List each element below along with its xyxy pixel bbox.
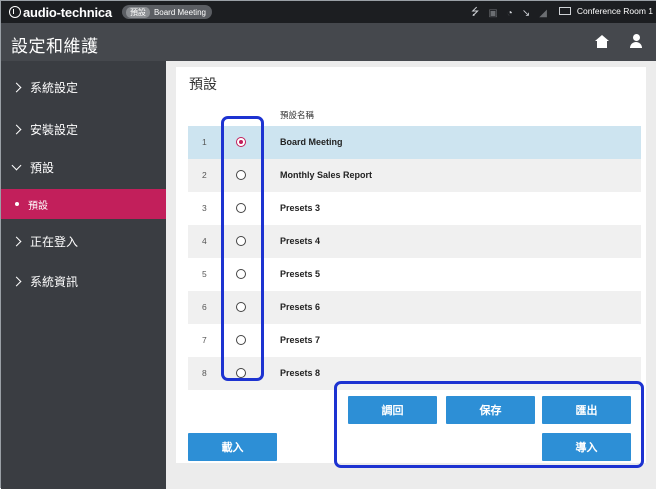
row-number: 1	[202, 137, 207, 147]
sidebar-item-label: 系統設定	[30, 80, 79, 95]
chevron-right-icon	[11, 124, 22, 134]
row-number: 8	[202, 368, 207, 378]
user-icon[interactable]	[629, 34, 643, 49]
row-number: 3	[202, 203, 207, 213]
sidebar-item-logging-in[interactable]: 正在登入	[1, 223, 166, 259]
display-icon	[558, 7, 571, 15]
sidebar-item-system-info[interactable]: 系統資訊	[1, 263, 166, 299]
sidebar-item-label: 預設	[28, 200, 48, 212]
sidebar-item-system-settings[interactable]: 系統設定	[1, 69, 166, 105]
chevron-down-icon	[11, 160, 22, 170]
preset-name: Presets 7	[280, 335, 321, 345]
preset-name: Monthly Sales Report	[280, 170, 373, 180]
sidebar-item-installation-settings[interactable]: 安裝設定	[1, 111, 166, 147]
sidebar-item-label: 安裝設定	[30, 122, 79, 137]
preset-name: Presets 6	[280, 302, 321, 312]
brand-mark-icon	[9, 6, 21, 18]
title-bar: 設定和維護	[1, 23, 656, 61]
preset-name: Presets 4	[280, 236, 321, 246]
room-indicator: Conference Room 1	[558, 6, 653, 16]
row-number: 4	[202, 236, 207, 246]
room-name: Conference Room 1	[576, 6, 653, 16]
chevron-right-icon	[11, 82, 22, 92]
row-number: 5	[202, 269, 207, 279]
sidebar-item-label: 系統資訊	[30, 274, 79, 289]
brand-name: audio-technica	[23, 4, 112, 20]
action-buttons-highlight	[334, 381, 644, 468]
column-header-preset-name: 預設名稱	[280, 110, 315, 120]
preset-name: Presets 5	[280, 269, 321, 279]
row-number: 2	[202, 170, 207, 180]
panel-footer	[176, 469, 646, 489]
sidebar-item-label: 預設	[30, 160, 55, 175]
bullet-icon	[15, 202, 19, 206]
sidebar-item-label: 正在登入	[30, 234, 79, 249]
panel-title: 預設	[189, 76, 217, 92]
record-icon: ▣	[488, 8, 498, 19]
row-number: 7	[202, 335, 207, 345]
sidebar: 系統設定 安裝設定 預設 預設 正在登入 系統資訊	[1, 61, 166, 489]
network-icon: ◢	[539, 8, 547, 19]
preset-name: Board Meeting	[280, 137, 343, 147]
page-title: 設定和維護	[11, 37, 99, 56]
chevron-right-icon	[11, 276, 22, 286]
brand-logo: audio-technica	[9, 5, 112, 20]
mic-signal-icon: ↘	[521, 8, 531, 19]
current-preset-badge: 預設 Board Meeting	[121, 5, 212, 19]
sidebar-item-presets[interactable]: 預設	[1, 149, 166, 185]
status-bar: audio-technica 預設 Board Meeting ⭍ ▣ ◔ ↘ …	[1, 1, 656, 23]
chevron-right-icon	[11, 236, 22, 246]
app-window: audio-technica 預設 Board Meeting ⭍ ▣ ◔ ↘ …	[0, 0, 656, 489]
current-preset-value: Board Meeting	[153, 7, 206, 17]
preset-name: Presets 8	[280, 368, 321, 378]
usb-icon: ⭍	[471, 7, 480, 18]
current-preset-key: 預設	[125, 6, 150, 18]
preset-name: Presets 3	[280, 203, 321, 213]
load-button[interactable]: 載入	[188, 433, 277, 461]
row-number: 6	[202, 302, 207, 312]
home-icon[interactable]	[595, 35, 609, 49]
sidebar-subitem-presets[interactable]: 預設	[1, 189, 166, 219]
timer-icon: ◔	[506, 8, 513, 19]
status-icons: ⭍ ▣ ◔ ↘ ◢	[471, 5, 547, 22]
radio-column-highlight	[221, 116, 264, 381]
